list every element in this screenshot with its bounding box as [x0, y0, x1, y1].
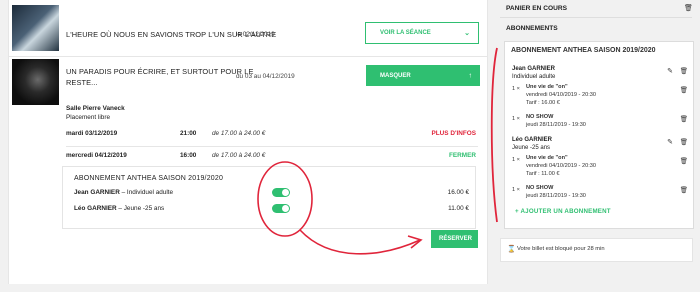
holder-name-text: Léo GARNIER: [512, 137, 553, 143]
item-when: jeudi 28/11/2019 - 19:30: [526, 193, 586, 199]
reserve-button[interactable]: RÉSERVER: [431, 230, 478, 248]
subscription-cart-box: ABONNEMENT ANTHEA SAISON 2019/2020 Jean …: [504, 41, 694, 229]
trash-icon[interactable]: 🗑: [680, 157, 688, 165]
show-row: L'HEURE OÙ NOUS EN SAVIONS TROP L'UN SUR…: [9, 0, 487, 57]
performance-date: mercredi 04/12/2019: [66, 152, 127, 159]
performance-row[interactable]: mardi 03/12/2019 21:00 de 17.00 à 24.00 …: [66, 124, 478, 147]
item-when: vendredi 04/10/2019 - 20:30: [526, 92, 596, 98]
hold-notice: ⌛ Votre billet est bloqué pour 28 min: [500, 238, 693, 262]
trash-icon[interactable]: 🗑: [680, 186, 688, 194]
trash-icon[interactable]: 🗑: [680, 86, 688, 94]
item-quantity: 1 ×: [512, 116, 520, 122]
event-list-panel: L'HEURE OÙ NOUS EN SAVIONS TROP L'UN SUR…: [8, 0, 488, 284]
show-title-line2[interactable]: RESTE...: [66, 78, 98, 87]
item-quantity: 1 ×: [512, 157, 520, 163]
item-details: Une vie de "on" vendredi 04/10/2019 - 20…: [526, 154, 596, 178]
holder-category: Jeune -25 ans: [512, 145, 551, 151]
subscriber-price: 11.00 €: [448, 205, 469, 212]
subscriber-price: 16.00 €: [447, 189, 469, 196]
edit-icon[interactable]: ✎: [667, 67, 673, 75]
hide-label: MASQUER: [380, 72, 411, 79]
subscriber-toggle[interactable]: [272, 188, 290, 197]
cart-subscription-title: ABONNEMENT ANTHEA SAISON 2019/2020: [511, 47, 656, 54]
item-details: NO SHOW jeudi 28/11/2019 - 19:30: [526, 184, 586, 200]
add-subscription-label: AJOUTER UN ABONNEMENT: [520, 208, 611, 215]
subscriber-category: – Individuel adulte: [119, 189, 174, 196]
performance-time: 21:00: [180, 130, 197, 137]
show-thumbnail[interactable]: [12, 59, 59, 105]
divider: [500, 17, 692, 18]
trash-icon[interactable]: 🗑: [684, 4, 693, 12]
item-title: Une vie de "on": [526, 155, 568, 161]
subscriber-category: – Jeune -25 ans: [116, 205, 165, 212]
reserve-label: RÉSERVER: [439, 236, 472, 242]
trash-icon[interactable]: 🗑: [680, 115, 688, 123]
venue-placement: Placement libre: [66, 114, 111, 121]
performance-price: de 17.00 à 24.00 €: [212, 130, 266, 137]
performance-row[interactable]: mercredi 04/12/2019 16:00 de 17.00 à 24.…: [66, 146, 478, 168]
show-date: le 02/12/2019: [236, 31, 275, 38]
holder-name: Léo GARNIER: [512, 137, 552, 143]
subscriber-line: Jean GARNIER – Individuel adulte: [74, 189, 173, 196]
hide-button[interactable]: MASQUER ↑: [366, 65, 480, 86]
show-title-line1[interactable]: UN PARADIS POUR ÉCRIRE, ET SURTOUT POUR …: [66, 67, 254, 76]
subscriber-name: Léo GARNIER: [74, 205, 117, 212]
item-tarif: Tarif : 11.00 €: [526, 171, 560, 177]
item-quantity: 1 ×: [512, 187, 520, 193]
item-title: NO SHOW: [526, 114, 554, 120]
item-when: jeudi 28/11/2019 - 19:30: [526, 122, 586, 128]
performance-price: de 17.00 à 24.00 €: [212, 152, 266, 159]
cart-title: PANIER EN COURS: [506, 5, 568, 12]
add-subscription-link[interactable]: + AJOUTER UN ABONNEMENT: [515, 208, 611, 215]
item-quantity: 1 ×: [512, 86, 520, 92]
holder-name: Jean GARNIER: [512, 66, 555, 72]
subscriber-name: Jean GARNIER: [74, 189, 120, 196]
holder-name-text: Jean GARNIER: [512, 66, 556, 72]
item-title: NO SHOW: [526, 185, 554, 191]
chevron-up-icon: ↑: [468, 72, 473, 79]
subscriber-line: Léo GARNIER – Jeune -25 ans: [74, 205, 164, 212]
item-details: NO SHOW jeudi 28/11/2019 - 19:30: [526, 113, 586, 129]
item-title: Une vie de "on": [526, 84, 568, 90]
performance-time: 16:00: [180, 152, 197, 159]
more-info-link[interactable]: PLUS D'INFOS: [432, 130, 476, 137]
subscriber-toggle[interactable]: [272, 204, 290, 213]
subscription-title: ABONNEMENT ANTHEA SAISON 2019/2020: [74, 175, 224, 182]
close-link[interactable]: FERMER: [449, 152, 476, 159]
item-details: Une vie de "on" vendredi 04/10/2019 - 20…: [526, 83, 596, 107]
holder-category: Individuel adulte: [512, 74, 556, 80]
view-session-button[interactable]: VOIR LA SÉANCE ⌄: [365, 22, 479, 44]
item-tarif: Tarif : 16.00 €: [526, 100, 560, 106]
view-session-label: VOIR LA SÉANCE: [380, 30, 431, 36]
annotation-bracket: [490, 47, 498, 223]
subscription-selection-box: ABONNEMENT ANTHEA SAISON 2019/2020 Jean …: [62, 166, 476, 229]
hourglass-icon: ⌛: [507, 246, 516, 253]
item-when: vendredi 04/10/2019 - 20:30: [526, 163, 596, 169]
performance-date: mardi 03/12/2019: [66, 130, 118, 137]
chevron-down-icon: ⌄: [464, 30, 470, 37]
hold-notice-text: Votre billet est bloqué pour 28 min: [517, 246, 605, 252]
venue-name: Salle Pierre Vaneck: [66, 105, 125, 112]
show-thumbnail[interactable]: [12, 5, 59, 51]
show-date: du 03 au 04/12/2019: [236, 73, 295, 80]
trash-icon[interactable]: 🗑: [680, 67, 688, 75]
subscriptions-title: ABONNEMENTS: [506, 25, 558, 32]
trash-icon[interactable]: 🗑: [680, 138, 688, 146]
edit-icon[interactable]: ✎: [667, 138, 673, 146]
